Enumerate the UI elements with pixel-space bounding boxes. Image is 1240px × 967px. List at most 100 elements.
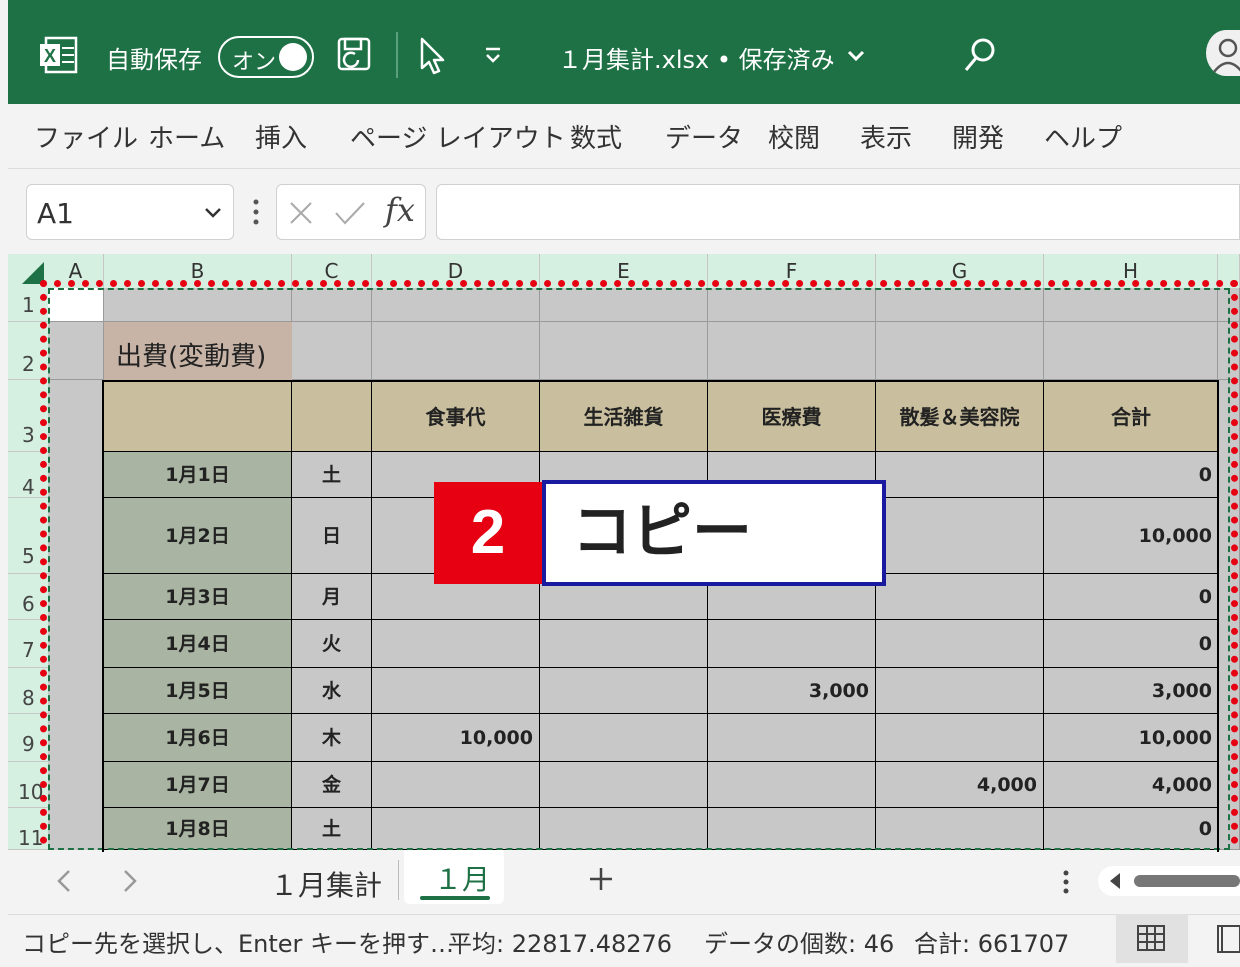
row-header-10[interactable]: 10 — [8, 762, 48, 808]
cell-medical[interactable] — [708, 714, 876, 762]
tab-insert[interactable]: 挿入 — [255, 118, 307, 155]
cell-food[interactable] — [372, 762, 540, 808]
cell-date[interactable]: 1月8日 — [104, 808, 292, 850]
cell-salon[interactable] — [876, 668, 1044, 714]
more-options-icon[interactable] — [1060, 868, 1072, 896]
cell-day[interactable]: 金 — [292, 762, 372, 808]
tab-developer[interactable]: 開発 — [952, 118, 1004, 155]
save-icon[interactable] — [336, 36, 374, 74]
cell-a2[interactable] — [48, 322, 104, 380]
cell-total[interactable]: 10,000 — [1044, 714, 1218, 762]
cell-g2[interactable] — [876, 322, 1044, 380]
row-header-6[interactable]: 6 — [8, 574, 48, 620]
cell-medical[interactable] — [708, 762, 876, 808]
row-header-5[interactable]: 5 — [8, 498, 48, 574]
name-box[interactable]: A1 — [26, 184, 234, 240]
cell-h2[interactable] — [1044, 322, 1218, 380]
column-header-i[interactable] — [1218, 254, 1240, 288]
cell-f2[interactable] — [708, 322, 876, 380]
cell-goods[interactable] — [540, 668, 708, 714]
cell-day[interactable]: 月 — [292, 574, 372, 620]
formula-input[interactable] — [436, 184, 1240, 240]
normal-view-icon[interactable] — [1116, 914, 1188, 963]
column-i-cells[interactable] — [1218, 380, 1240, 850]
row-header-2[interactable]: 2 — [8, 322, 48, 380]
add-sheet-icon[interactable] — [588, 866, 614, 892]
column-a-cells[interactable] — [48, 380, 104, 850]
cancel-icon[interactable] — [287, 199, 315, 227]
tab-file[interactable]: ファイル — [34, 118, 138, 155]
cell-date[interactable]: 1月6日 — [104, 714, 292, 762]
chevron-left-icon[interactable] — [54, 868, 74, 894]
cell-g1[interactable] — [876, 288, 1044, 322]
cell-e2[interactable] — [540, 322, 708, 380]
cell-total[interactable]: 0 — [1044, 574, 1218, 620]
cell-salon[interactable] — [876, 498, 1044, 574]
cell-date[interactable]: 1月5日 — [104, 668, 292, 714]
cell-f1[interactable] — [708, 288, 876, 322]
insert-function-icon[interactable]: fx — [385, 191, 415, 229]
tab-home[interactable]: ホーム — [148, 118, 225, 155]
cell-d2[interactable] — [372, 322, 540, 380]
cell-goods[interactable] — [540, 714, 708, 762]
cell-total[interactable]: 0 — [1044, 620, 1218, 668]
column-header-g[interactable]: G — [876, 254, 1044, 288]
column-header-e[interactable]: E — [540, 254, 708, 288]
sheet-title-cell[interactable]: 出費(変動費) — [104, 322, 292, 380]
header-day[interactable] — [292, 382, 372, 452]
cell-salon[interactable] — [876, 620, 1044, 668]
cell-goods[interactable] — [540, 808, 708, 850]
cell-e1[interactable] — [540, 288, 708, 322]
cell-i2[interactable] — [1218, 322, 1240, 380]
more-options-icon[interactable] — [250, 196, 262, 228]
cell-salon[interactable] — [876, 714, 1044, 762]
select-all-corner[interactable] — [8, 254, 48, 288]
tab-view[interactable]: 表示 — [860, 118, 912, 155]
column-header-a[interactable]: A — [48, 254, 104, 288]
cell-total[interactable]: 0 — [1044, 808, 1218, 850]
column-header-b[interactable]: B — [104, 254, 292, 288]
column-header-h[interactable]: H — [1044, 254, 1218, 288]
enter-icon[interactable] — [333, 199, 367, 227]
row-header-3[interactable]: 3 — [8, 380, 48, 452]
cell-medical[interactable] — [708, 620, 876, 668]
row-header-4[interactable]: 4 — [8, 452, 48, 499]
avatar[interactable] — [1206, 30, 1240, 76]
tab-help[interactable]: ヘルプ — [1044, 118, 1122, 155]
header-goods[interactable]: 生活雑貨 — [540, 382, 708, 452]
cell-food[interactable]: 10,000 — [372, 714, 540, 762]
cell-food[interactable] — [372, 668, 540, 714]
cell-salon[interactable] — [876, 452, 1044, 498]
cell-date[interactable]: 1月7日 — [104, 762, 292, 808]
file-title[interactable]: １月集計.xlsx • 保存済み — [558, 40, 835, 75]
header-salon[interactable]: 散髪＆美容院 — [876, 382, 1044, 452]
cell-d1[interactable] — [372, 288, 540, 322]
row-header-1[interactable]: 1 — [8, 288, 48, 322]
row-header-8[interactable]: 8 — [8, 668, 48, 714]
sheet-tab-january[interactable]: １月 — [404, 850, 504, 904]
header-food[interactable]: 食事代 — [372, 382, 540, 452]
cell-day[interactable]: 土 — [292, 452, 372, 498]
cell-total[interactable]: 0 — [1044, 452, 1218, 498]
cell-c1[interactable] — [292, 288, 372, 322]
cell-day[interactable]: 日 — [292, 498, 372, 574]
column-header-d[interactable]: D — [372, 254, 540, 288]
tab-review[interactable]: 校閲 — [768, 118, 820, 155]
cell-goods[interactable] — [540, 620, 708, 668]
autosave-toggle[interactable]: オン — [218, 36, 314, 78]
tab-page-layout[interactable]: ページ レイアウト — [350, 118, 566, 155]
touch-mode-icon[interactable] — [418, 36, 448, 76]
cell-total[interactable]: 4,000 — [1044, 762, 1218, 808]
cell-salon[interactable] — [876, 808, 1044, 850]
cell-salon[interactable] — [876, 574, 1044, 620]
cell-total[interactable]: 10,000 — [1044, 498, 1218, 574]
chevron-down-icon[interactable] — [846, 46, 866, 66]
cell-goods[interactable] — [540, 762, 708, 808]
cell-h1[interactable] — [1044, 288, 1218, 322]
cell-date[interactable]: 1月4日 — [104, 620, 292, 668]
header-medical[interactable]: 医療費 — [708, 382, 876, 452]
cell-food[interactable] — [372, 620, 540, 668]
header-total[interactable]: 合計 — [1044, 382, 1218, 452]
chevron-right-icon[interactable] — [120, 868, 140, 894]
cell-day[interactable]: 木 — [292, 714, 372, 762]
